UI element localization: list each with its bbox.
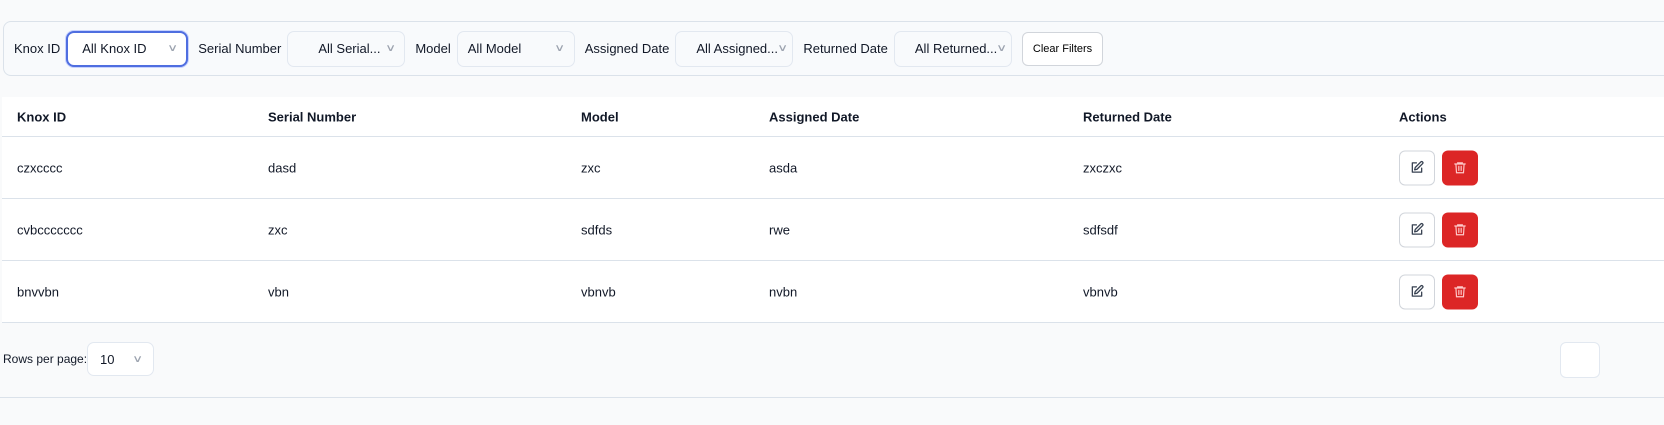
table-row: bnvvbn vbn vbnvb nvbn vbnvb <box>2 261 1664 323</box>
cell-model: sdfds <box>581 222 613 237</box>
cell-assigned-date: rwe <box>769 222 790 237</box>
assigned-date-filter-label: Assigned Date <box>584 41 670 56</box>
chevron-down-icon: ∨ <box>385 43 397 54</box>
column-header-actions: Actions <box>1399 109 1447 124</box>
chevron-down-icon: ∨ <box>777 43 789 54</box>
edit-icon <box>1411 160 1424 173</box>
cell-returned-date: zxczxc <box>1083 160 1122 175</box>
chevron-down-icon: ∨ <box>167 43 179 54</box>
cell-knox-id: bnvvbn <box>17 284 59 299</box>
pagination-button[interactable] <box>1560 342 1600 378</box>
edit-icon <box>1411 284 1424 297</box>
table-row: cvbccccccc zxc sdfds rwe sdfsdf <box>2 199 1664 261</box>
knox-id-filter-select[interactable]: All Knox ID ∨ <box>66 30 189 67</box>
serial-number-filter-label: Serial Number <box>198 41 282 56</box>
returned-date-filter-label: Returned Date <box>803 41 888 56</box>
cell-returned-date: sdfsdf <box>1083 222 1118 237</box>
cell-knox-id: cvbccccccc <box>17 222 83 237</box>
chevron-down-icon: ∨ <box>995 43 1007 54</box>
clear-filters-button[interactable]: Clear Filters <box>1021 31 1104 66</box>
trash-icon <box>1454 286 1466 298</box>
cell-serial-number: dasd <box>268 160 297 175</box>
trash-icon <box>1454 224 1466 236</box>
trash-icon <box>1454 162 1466 174</box>
edit-button[interactable] <box>1399 274 1435 309</box>
cell-model: vbnvb <box>581 284 616 299</box>
table-header-row: Knox ID Serial Number Model Assigned Dat… <box>2 97 1664 137</box>
serial-number-filter-select[interactable]: All Serial... ∨ <box>287 30 406 67</box>
column-header-serial-number[interactable]: Serial Number <box>268 109 356 124</box>
cell-assigned-date: nvbn <box>769 284 798 299</box>
column-header-assigned-date[interactable]: Assigned Date <box>769 109 859 124</box>
filter-bar: Knox ID All Knox ID ∨ Serial Number All S… <box>3 21 1664 76</box>
column-header-model[interactable]: Model <box>581 109 619 124</box>
edit-button[interactable] <box>1399 212 1435 247</box>
chevron-down-icon: ∨ <box>131 353 143 365</box>
pagination-bar: Rows per page: 10 ∨ <box>0 322 1664 398</box>
edit-button[interactable] <box>1399 150 1435 185</box>
table-row: czxcccc dasd zxc asda zxczxc <box>2 137 1664 199</box>
assigned-date-filter-select[interactable]: All Assigned... ∨ <box>675 30 794 67</box>
returned-date-filter-select[interactable]: All Returned... ∨ <box>893 30 1012 67</box>
delete-button[interactable] <box>1442 150 1478 185</box>
cell-knox-id: czxcccc <box>17 160 63 175</box>
select-value: All Serial... <box>318 41 381 56</box>
model-filter-select[interactable]: All Model ∨ <box>456 30 575 67</box>
delete-button[interactable] <box>1442 274 1478 309</box>
cell-returned-date: vbnvb <box>1083 284 1118 299</box>
delete-button[interactable] <box>1442 212 1478 247</box>
rows-per-page-select[interactable]: 10 ∨ <box>87 342 154 376</box>
select-value: All Model <box>467 41 522 56</box>
devices-table: Knox ID Serial Number Model Assigned Dat… <box>2 97 1664 323</box>
select-value: All Knox ID <box>82 41 147 56</box>
model-filter-label: Model <box>415 41 451 56</box>
select-value: All Assigned... <box>696 41 778 56</box>
cell-model: zxc <box>581 160 601 175</box>
select-value: 10 <box>100 351 115 367</box>
select-value: All Returned... <box>914 41 998 56</box>
cell-serial-number: vbn <box>268 284 289 299</box>
column-header-knox-id[interactable]: Knox ID <box>17 109 66 124</box>
chevron-down-icon: ∨ <box>554 43 566 54</box>
cell-assigned-date: asda <box>769 160 798 175</box>
knox-id-filter-label: Knox ID <box>14 41 61 56</box>
column-header-returned-date[interactable]: Returned Date <box>1083 109 1172 124</box>
cell-serial-number: zxc <box>268 222 288 237</box>
edit-icon <box>1411 222 1424 235</box>
rows-per-page-label: Rows per page: <box>3 352 88 366</box>
